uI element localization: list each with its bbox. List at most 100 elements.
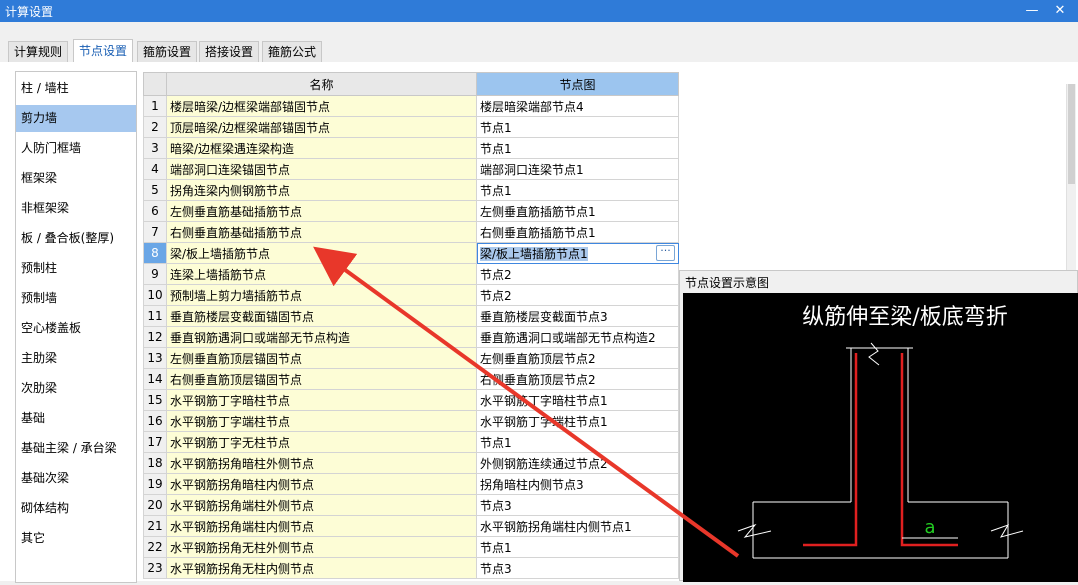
node-diagram-cell[interactable]: 梁/板上墙插筋节点1 ··· xyxy=(476,242,679,264)
table-row[interactable]: 1 楼层暗梁/边框梁端部锚固节点 楼层暗梁端部节点4 xyxy=(143,95,679,117)
sidebar-item[interactable]: 框架梁 xyxy=(16,165,136,192)
table-row[interactable]: 8 梁/板上墙插筋节点 梁/板上墙插筋节点1 ··· xyxy=(143,242,679,264)
diagram-column-header[interactable]: 节点图 xyxy=(476,72,679,96)
node-name-cell: 右侧垂直筋基础插筋节点 xyxy=(166,221,477,243)
node-diagram-cell[interactable]: 端部洞口连梁节点1 xyxy=(476,158,679,180)
sidebar-item[interactable]: 板 / 叠合板(整厚) xyxy=(16,225,136,252)
node-diagram-cell[interactable]: 拐角暗柱内侧节点3 xyxy=(476,473,679,495)
node-diagram-cell[interactable]: 节点1 xyxy=(476,116,679,138)
table-row[interactable]: 20 水平钢筋拐角端柱外侧节点 节点3 xyxy=(143,494,679,516)
row-number: 6 xyxy=(143,200,167,222)
dimension-marker: a xyxy=(902,517,958,539)
node-name-cell: 左侧垂直筋顶层锚固节点 xyxy=(166,347,477,369)
table-row[interactable]: 3 暗梁/边框梁遇连梁构造 节点1 xyxy=(143,137,679,159)
row-number: 2 xyxy=(143,116,167,138)
name-column-header[interactable]: 名称 xyxy=(166,72,477,96)
row-number: 21 xyxy=(143,515,167,537)
tab-node-settings[interactable]: 节点设置 xyxy=(73,39,134,63)
row-number: 8 xyxy=(143,242,167,264)
node-diagram-cell[interactable]: 右侧垂直筋顶层节点2 xyxy=(476,368,679,390)
sidebar-item[interactable]: 基础次梁 xyxy=(16,465,136,492)
node-diagram-cell[interactable]: 节点1 xyxy=(476,431,679,453)
diagram-caption: 纵筋伸至梁/板底弯折 xyxy=(802,305,1007,330)
sidebar-item[interactable]: 空心楼盖板 xyxy=(16,315,136,342)
node-diagram-cell[interactable]: 节点1 xyxy=(476,137,679,159)
tab-stirrup-formula[interactable]: 箍筋公式 xyxy=(262,41,323,62)
table-row[interactable]: 19 水平钢筋拐角暗柱内侧节点 拐角暗柱内侧节点3 xyxy=(143,473,679,495)
sidebar-item[interactable]: 剪力墙 xyxy=(16,105,136,132)
table-row[interactable]: 2 顶层暗梁/边框梁端部锚固节点 节点1 xyxy=(143,116,679,138)
table-row[interactable]: 23 水平钢筋拐角无柱内侧节点 节点3 xyxy=(143,557,679,579)
sidebar-item[interactable]: 柱 / 墙柱 xyxy=(16,75,136,102)
table-row[interactable]: 16 水平钢筋丁字端柱节点 水平钢筋丁字端柱节点1 xyxy=(143,410,679,432)
node-grid: 名称 节点图 1 楼层暗梁/边框梁端部锚固节点 楼层暗梁端部节点4 2 顶层暗梁/边框梁… xyxy=(143,72,679,581)
ellipsis-button[interactable]: ··· xyxy=(656,245,675,261)
vertical-scrollbar[interactable] xyxy=(1066,84,1076,270)
minimize-icon[interactable]: — xyxy=(1022,1,1042,21)
row-number: 3 xyxy=(143,137,167,159)
node-name-cell: 左侧垂直筋基础插筋节点 xyxy=(166,200,477,222)
table-row[interactable]: 18 水平钢筋拐角暗柱外侧节点 外侧钢筋连续通过节点2 xyxy=(143,452,679,474)
node-diagram-cell[interactable]: 水平钢筋丁字端柱节点1 xyxy=(476,410,679,432)
node-name-cell: 端部洞口连梁锚固节点 xyxy=(166,158,477,180)
node-diagram-cell[interactable]: 外侧钢筋连续通过节点2 xyxy=(476,452,679,474)
tab-stirrup-settings[interactable]: 箍筋设置 xyxy=(137,41,198,62)
close-icon[interactable]: ✕ xyxy=(1050,1,1070,21)
sidebar-item[interactable]: 其它 xyxy=(16,525,136,552)
table-row[interactable]: 10 预制墙上剪力墙插筋节点 节点2 xyxy=(143,284,679,306)
node-diagram-cell[interactable]: 水平钢筋拐角端柱内侧节点1 xyxy=(476,515,679,537)
node-diagram-cell[interactable]: 节点1 xyxy=(476,536,679,558)
table-header-row: 名称 节点图 xyxy=(143,72,679,96)
node-name-cell: 水平钢筋丁字暗柱节点 xyxy=(166,389,477,411)
sidebar-item[interactable]: 非框架梁 xyxy=(16,195,136,222)
table-row[interactable]: 7 右侧垂直筋基础插筋节点 右侧垂直筋插筋节点1 xyxy=(143,221,679,243)
table-row[interactable]: 9 连梁上墙插筋节点 节点2 xyxy=(143,263,679,285)
node-diagram-cell[interactable]: 节点1 xyxy=(476,179,679,201)
wall-outline xyxy=(737,342,1024,559)
sidebar-item[interactable]: 基础主梁 / 承台梁 xyxy=(16,435,136,462)
sidebar-item[interactable]: 主肋梁 xyxy=(16,345,136,372)
node-name-cell: 水平钢筋拐角暗柱内侧节点 xyxy=(166,473,477,495)
table-row[interactable]: 12 垂直钢筋遇洞口或端部无节点构造 垂直筋遇洞口或端部无节点构造2 xyxy=(143,326,679,348)
table-row[interactable]: 17 水平钢筋丁字无柱节点 节点1 xyxy=(143,431,679,453)
node-diagram-cell[interactable]: 节点2 xyxy=(476,263,679,285)
sidebar-item[interactable]: 人防门框墙 xyxy=(16,135,136,162)
table-row[interactable]: 15 水平钢筋丁字暗柱节点 水平钢筋丁字暗柱节点1 xyxy=(143,389,679,411)
node-diagram-cell[interactable]: 节点3 xyxy=(476,557,679,579)
table-row[interactable]: 4 端部洞口连梁锚固节点 端部洞口连梁节点1 xyxy=(143,158,679,180)
table-row[interactable]: 13 左侧垂直筋顶层锚固节点 左侧垂直筋顶层节点2 xyxy=(143,347,679,369)
row-number: 5 xyxy=(143,179,167,201)
node-diagram-value[interactable]: 梁/板上墙插筋节点1 xyxy=(480,246,588,261)
table-row[interactable]: 14 右侧垂直筋顶层锚固节点 右侧垂直筋顶层节点2 xyxy=(143,368,679,390)
node-diagram-cell[interactable]: 右侧垂直筋插筋节点1 xyxy=(476,221,679,243)
node-name-cell: 预制墙上剪力墙插筋节点 xyxy=(166,284,477,306)
table-row[interactable]: 22 水平钢筋拐角无柱外侧节点 节点1 xyxy=(143,536,679,558)
table-row[interactable]: 11 垂直筋楼层变截面锚固节点 垂直筋楼层变截面节点3 xyxy=(143,305,679,327)
node-table: 名称 节点图 1 楼层暗梁/边框梁端部锚固节点 楼层暗梁端部节点4 2 顶层暗梁/边框梁… xyxy=(143,72,679,579)
sidebar-item[interactable]: 次肋梁 xyxy=(16,375,136,402)
node-diagram-cell[interactable]: 左侧垂直筋顶层节点2 xyxy=(476,347,679,369)
title-bar: 计算设置 — ✕ xyxy=(0,0,1078,22)
node-diagram-cell[interactable]: 水平钢筋丁字暗柱节点1 xyxy=(476,389,679,411)
node-diagram-cell[interactable]: 垂直筋遇洞口或端部无节点构造2 xyxy=(476,326,679,348)
scrollbar-thumb[interactable] xyxy=(1068,84,1075,184)
node-name-cell: 顶层暗梁/边框梁端部锚固节点 xyxy=(166,116,477,138)
sidebar-item[interactable]: 基础 xyxy=(16,405,136,432)
sidebar-item[interactable]: 砌体结构 xyxy=(16,495,136,522)
node-diagram-cell[interactable]: 左侧垂直筋插筋节点1 xyxy=(476,200,679,222)
tab-lap-settings[interactable]: 搭接设置 xyxy=(199,41,260,62)
sidebar-item[interactable]: 预制墙 xyxy=(16,285,136,312)
table-row[interactable]: 21 水平钢筋拐角端柱内侧节点 水平钢筋拐角端柱内侧节点1 xyxy=(143,515,679,537)
table-row[interactable]: 5 拐角连梁内侧钢筋节点 节点1 xyxy=(143,179,679,201)
node-name-cell: 水平钢筋丁字端柱节点 xyxy=(166,410,477,432)
row-number: 18 xyxy=(143,452,167,474)
node-diagram-cell[interactable]: 垂直筋楼层变截面节点3 xyxy=(476,305,679,327)
component-sidebar: 柱 / 墙柱 剪力墙人防门框墙框架梁非框架梁板 / 叠合板(整厚) 预制柱预制墙空心… xyxy=(15,71,137,583)
node-diagram-cell[interactable]: 节点2 xyxy=(476,284,679,306)
table-row[interactable]: 6 左侧垂直筋基础插筋节点 左侧垂直筋插筋节点1 xyxy=(143,200,679,222)
row-number: 1 xyxy=(143,95,167,117)
sidebar-item[interactable]: 预制柱 xyxy=(16,255,136,282)
node-diagram-cell[interactable]: 节点3 xyxy=(476,494,679,516)
node-diagram-cell[interactable]: 楼层暗梁端部节点4 xyxy=(476,95,679,117)
tab-calc-rules[interactable]: 计算规则 xyxy=(8,41,69,62)
